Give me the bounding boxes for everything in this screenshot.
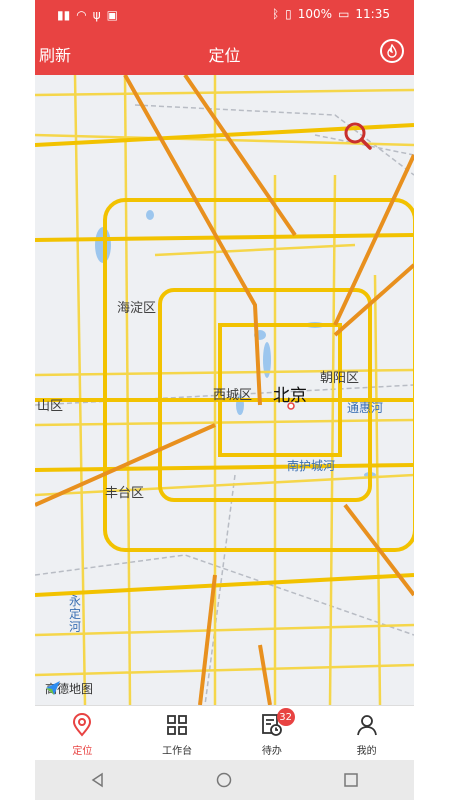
map-label-fengtai: 丰台区 (105, 486, 145, 501)
map-label-yongdinghe: 永定河 (69, 594, 82, 634)
tab-mine-label: 我的 (356, 746, 377, 757)
fire-button[interactable] (380, 39, 404, 63)
amap-logo-icon (46, 681, 60, 695)
map-search-button[interactable] (342, 120, 374, 152)
clock: 11:35 (355, 7, 390, 21)
grid-icon (164, 712, 190, 738)
map-label-nanhucheng: 南护城河 (287, 459, 336, 473)
phone-screen: ▮▮ ◠ ψ ▣ ᛒ ▯ 100% ▭ 11:35 刷新 定位 海淀区 北京 西… (35, 0, 414, 800)
map-label-beijing: 北京 (273, 386, 307, 406)
app-bar: 刷新 定位 (35, 30, 414, 75)
tab-workbench[interactable]: 工作台 (130, 706, 225, 761)
bottom-tab-bar: 定位 工作台 32 待办 我的 (35, 705, 414, 761)
search-icon (344, 122, 372, 150)
tab-todo[interactable]: 32 待办 (225, 706, 320, 761)
location-pin-icon (69, 712, 95, 738)
notification-icon: ▣ (106, 8, 118, 22)
tab-mine[interactable]: 我的 (319, 706, 414, 761)
bluetooth-icon: ᛒ (271, 7, 280, 21)
usb-icon: ψ (92, 8, 101, 22)
vibrate-icon: ▯ (285, 7, 292, 21)
tab-workbench-label: 工作台 (162, 746, 193, 757)
map-provider-logo: 高德地图 (45, 680, 93, 697)
map-label-xicheng: 西城区 (213, 388, 253, 403)
status-bar: ▮▮ ◠ ψ ▣ ᛒ ▯ 100% ▭ 11:35 (35, 0, 414, 30)
recents-icon[interactable] (343, 772, 359, 788)
tab-todo-label: 待办 (261, 746, 282, 757)
battery-icon: ▭ (338, 7, 350, 21)
back-icon[interactable] (90, 772, 106, 788)
signal-icon: ▮▮ (57, 8, 71, 22)
home-icon[interactable] (216, 772, 232, 788)
wifi-icon: ◠ (76, 8, 87, 22)
tab-location-label: 定位 (72, 746, 93, 757)
map-label-shijingshan: 山区 (37, 399, 64, 414)
battery-percent: 100% (297, 7, 333, 21)
user-icon (354, 712, 380, 738)
map-label-tonghuihe: 通惠河 (347, 401, 384, 415)
flame-icon (387, 44, 397, 58)
map-view[interactable]: 海淀区 北京 西城区 朝阳区 山区 通惠河 南护城河 丰台区 永定河 高德地图 (35, 75, 414, 705)
tab-location[interactable]: 定位 (35, 706, 130, 761)
todo-badge: 32 (276, 708, 295, 726)
map-label-chaoyang: 朝阳区 (320, 371, 360, 386)
map-label-haidian: 海淀区 (117, 301, 157, 316)
system-nav-bar (35, 760, 414, 800)
page-title: 定位 (208, 46, 241, 65)
